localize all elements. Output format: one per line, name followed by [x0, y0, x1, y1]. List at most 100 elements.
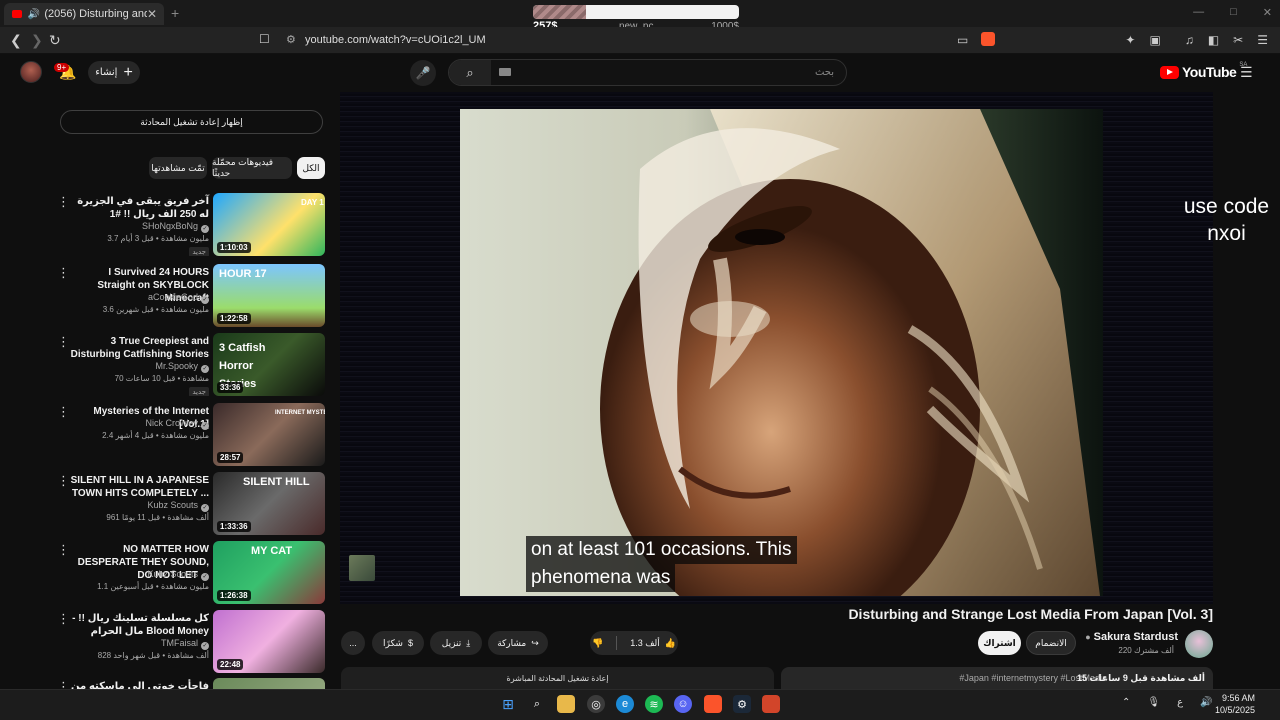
close-window-button[interactable]: ✕: [1263, 6, 1272, 19]
more-actions-button[interactable]: ...: [341, 631, 365, 655]
recommendation-item[interactable]: ⋮INTERNET MYSTERIES28:57Mysteries of the…: [55, 403, 327, 466]
sidebar-toggle-icon[interactable]: ◧: [1208, 33, 1219, 47]
recommendation-item[interactable]: ⋮ HOUR 17 1:22:58 I Survived 24 HOURS Strai…: [55, 264, 327, 327]
like-count[interactable]: 1.3 ألف: [630, 638, 660, 649]
taskbar-search-icon[interactable]: ⌕: [528, 695, 546, 713]
join-button[interactable]: الانضمام: [1026, 631, 1076, 655]
new-tab-button[interactable]: +: [171, 5, 179, 21]
video-thumbnail[interactable]: INTERNET MYSTERIES 28:57: [213, 403, 325, 466]
channel-name[interactable]: Nick Crowley ✓: [145, 418, 209, 430]
back-arrow-icon[interactable]: ❮: [10, 32, 22, 49]
spotify-icon[interactable]: ≋: [645, 695, 663, 713]
video-thumbnail[interactable]: SILENT HILL 1:33:36: [213, 472, 325, 535]
extensions-icon[interactable]: ✦: [1125, 33, 1135, 47]
tray-mic-icon[interactable]: 🎙: [1147, 697, 1160, 708]
screenshot-icon[interactable]: ▣: [1149, 33, 1160, 47]
video-title[interactable]: فاجأت خوتي الي ماسكته من سجين !: [69, 680, 209, 689]
channel-name[interactable]: Kubz Scouts ✓: [147, 569, 209, 581]
brave-beta-icon[interactable]: [762, 695, 780, 713]
create-button[interactable]: إنشاء +: [88, 61, 140, 84]
youtube-logo[interactable]: YouTube SA: [1160, 62, 1247, 80]
share-button[interactable]: مشاركة ↪: [488, 631, 548, 655]
taskbar-clock[interactable]: 9:56 AM 10/5/2025: [1215, 692, 1255, 716]
recommendation-item[interactable]: ⋮ 22:48 كل مسلسلة تسلينك ريال !! - مال الح…: [55, 610, 327, 673]
chip-watched[interactable]: تمّت مشاهدتها: [149, 157, 207, 179]
subscribe-button[interactable]: اشتراك: [978, 631, 1021, 655]
edge-icon[interactable]: e: [616, 695, 634, 713]
search-box[interactable]: ⌕ بحث: [448, 59, 847, 86]
chrome-icon[interactable]: ◎: [587, 695, 605, 713]
description-box[interactable]: #Japan #internetmystery #LostMedia 15 أل…: [781, 667, 1213, 689]
tab-close-icon[interactable]: ✕: [147, 7, 157, 21]
search-input[interactable]: بحث: [815, 67, 834, 78]
video-title[interactable]: 3 True Creepiest and Disturbing Catfishi…: [69, 335, 209, 361]
video-meta: 70 مشاهدة • قبل 10 ساعات: [114, 374, 209, 383]
channel-name[interactable]: Kubz Scouts ✓: [147, 500, 209, 512]
browser-menu-icon[interactable]: ☰: [1257, 33, 1268, 47]
maximize-button[interactable]: □: [1230, 6, 1237, 19]
guide-menu-icon[interactable]: ☰: [1240, 64, 1253, 81]
video-thumbnail[interactable]: 3 Catfish Horror Stories33:36: [213, 333, 325, 396]
search-icon[interactable]: ⌕: [449, 60, 491, 85]
channel-name[interactable]: ● Sakura Stardust: [1085, 631, 1178, 643]
dislike-icon[interactable]: 👎: [592, 638, 603, 649]
tray-expand-icon[interactable]: ⌃: [1122, 697, 1130, 708]
file-explorer-icon[interactable]: [557, 695, 575, 713]
download-button[interactable]: تنزيل ⤓: [430, 631, 482, 655]
video-title[interactable]: آخر فريق يبقى في الجزيرة له 250 الف ريال…: [69, 195, 209, 221]
thanks-icon: $: [407, 638, 413, 648]
recommendation-item[interactable]: ⋮ SILENT HILL 1:33:36 SILENT HILL IN A JAPA…: [55, 472, 327, 535]
bookmark-icon[interactable]: ☐: [259, 32, 270, 46]
windows-start-icon[interactable]: ⊞: [499, 695, 517, 713]
channel-name[interactable]: aCookieGod ✓: [148, 292, 209, 304]
video-meta: 3.7 مليون مشاهدة • قبل 3 أيام: [107, 234, 209, 243]
video-frame[interactable]: [460, 109, 1103, 596]
url-field[interactable]: youtube.com/watch?v=cUOi1c2l_UM: [305, 34, 486, 46]
show-chat-replay-button[interactable]: إظهار إعادة تشغيل المحادثة: [60, 110, 323, 134]
minimize-button[interactable]: —: [1193, 6, 1204, 19]
channel-name[interactable]: TMFaisal ✓: [161, 638, 209, 650]
video-thumbnail[interactable]: HOUR 17 1:22:58: [213, 264, 325, 327]
reload-icon[interactable]: ↻: [49, 32, 61, 49]
video-title: Disturbing and Strange Lost Media From J…: [848, 606, 1213, 622]
site-info-icon[interactable]: ⚙: [286, 33, 296, 46]
recommendation-item[interactable]: ⋮ DAY 1 1:10:03 آخر فريق يبقى في الجزيرة له…: [55, 193, 327, 256]
video-duration: 1:26:38: [217, 590, 251, 601]
thanks-button[interactable]: شكرًا $: [372, 631, 424, 655]
account-avatar[interactable]: [20, 61, 42, 83]
browser-tab-youtube[interactable]: 🔊 (2056) Disturbing and Strange ✕: [4, 3, 164, 25]
cast-icon[interactable]: ▭: [957, 33, 968, 47]
channel-avatar[interactable]: [1185, 630, 1213, 658]
voice-search-mic-icon[interactable]: 🎤: [410, 60, 436, 86]
video-thumbnail[interactable]: MY CAT 1:26:38: [213, 541, 325, 604]
browser-toolbar-icons: ✦ ▣ ♫ ◧ ✂ ☰: [1125, 33, 1268, 47]
media-icon[interactable]: ♫: [1185, 33, 1194, 47]
steam-icon[interactable]: ⚙: [733, 695, 751, 713]
recommendation-item[interactable]: ⋮فاجأت خوتي الي ماسكته من سجين !: [55, 678, 327, 689]
chip-all[interactable]: الكل: [297, 157, 325, 179]
video-thumbnail[interactable]: DAY 1 1:10:03: [213, 193, 325, 256]
caption-line-2: phenomena was: [526, 564, 676, 592]
new-badge: جديد: [189, 387, 209, 396]
volume-icon[interactable]: 🔊: [1200, 697, 1212, 708]
tools-icon[interactable]: ✂: [1233, 33, 1243, 47]
speaker-icon[interactable]: 🔊: [28, 9, 40, 20]
recommendation-item[interactable]: ⋮ MY CAT 1:26:38 NO MATTER HOW DESPERATE TH…: [55, 541, 327, 604]
video-thumbnail[interactable]: 22:48: [213, 610, 325, 673]
video-thumbnail[interactable]: [213, 678, 325, 689]
live-chat-replay-bar[interactable]: إعادة تشغيل المحادثة المباشرة: [341, 667, 774, 689]
keyboard-icon[interactable]: [499, 68, 511, 76]
recommendation-item[interactable]: ⋮3 Catfish Horror Stories33:363 True Cre…: [55, 333, 327, 396]
chip-recently-uploaded[interactable]: فيديوهات محمّلة حديثًا: [212, 157, 292, 179]
like-icon[interactable]: 👍: [665, 638, 676, 649]
language-indicator[interactable]: ع: [1177, 697, 1183, 708]
brave-taskbar-icon[interactable]: [704, 695, 722, 713]
channel-name[interactable]: SHoNgxBoNg ✓: [142, 221, 209, 233]
discord-icon[interactable]: ☺: [674, 695, 692, 713]
brave-shield-icon[interactable]: [981, 32, 995, 46]
download-icon: ⤓: [466, 637, 471, 648]
forward-arrow-icon[interactable]: ❯: [31, 32, 43, 49]
channel-name[interactable]: Mr.Spooky ✓: [155, 361, 209, 373]
video-title[interactable]: SILENT HILL IN A JAPANESE TOWN HITS COMP…: [69, 474, 209, 500]
video-title[interactable]: كل مسلسلة تسلينك ريال !! - مال الحرام Bl…: [69, 612, 209, 638]
